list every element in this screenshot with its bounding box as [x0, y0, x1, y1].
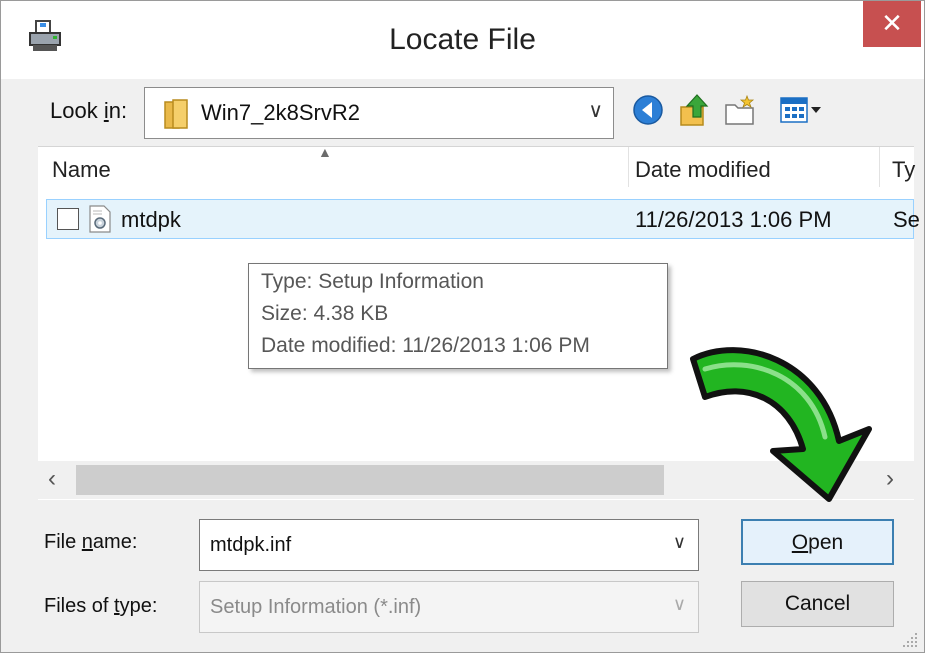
file-name-input[interactable]: mtdpk.inf ∨ — [199, 519, 699, 571]
file-type: Se — [893, 207, 920, 232]
resize-grip-icon[interactable] — [901, 631, 919, 649]
setup-file-icon — [89, 205, 111, 233]
file-type-dropdown[interactable]: Setup Information (*.inf) ∨ — [199, 581, 699, 633]
tooltip-size: Size: 4.38 KB — [261, 302, 389, 325]
cancel-button[interactable]: Cancel — [741, 581, 894, 627]
tooltip-date: Date modified: 11/26/2013 1:06 PM — [261, 334, 590, 357]
close-button[interactable]: ✕ — [863, 1, 921, 47]
look-in-dropdown[interactable]: Win7_2k8SrvR2 ∨ — [144, 87, 614, 139]
file-row-mtdpk[interactable]: mtdpk 11/26/2013 1:06 PM Se — [46, 199, 920, 239]
chevron-down-icon[interactable]: ∨ — [673, 594, 686, 615]
file-type-label: Files of type: — [44, 595, 158, 617]
new-folder-icon[interactable] — [723, 93, 757, 127]
window-title: Locate File — [389, 23, 536, 56]
chevron-down-icon[interactable]: ∨ — [673, 532, 686, 553]
view-menu-icon[interactable] — [779, 93, 823, 127]
tooltip-type: Type: Setup Information — [261, 270, 484, 293]
column-header-date-modified[interactable]: Date modified — [635, 157, 771, 183]
up-folder-icon[interactable] — [677, 93, 711, 127]
file-date: 11/26/2013 1:06 PM — [635, 207, 832, 232]
open-button[interactable]: Open — [741, 519, 894, 565]
back-icon[interactable] — [631, 93, 665, 127]
column-divider[interactable] — [879, 147, 880, 187]
sort-ascending-icon: ▲ — [318, 144, 332, 160]
file-tooltip: Type: Setup Information Size: 4.38 KB Da… — [248, 263, 668, 369]
folder-icon — [164, 99, 188, 129]
file-name-label: File name: — [44, 531, 138, 553]
scrollbar-thumb[interactable] — [76, 465, 664, 495]
locate-file-dialog: Locate File ✕ Look in: Win7_2k8SrvR2 ∨ N… — [0, 0, 925, 653]
row-checkbox[interactable] — [57, 208, 79, 230]
scroll-right-icon[interactable]: › — [886, 465, 894, 493]
file-name: mtdpk — [121, 207, 181, 232]
chevron-down-icon[interactable]: ∨ — [588, 98, 603, 123]
look-in-value: Win7_2k8SrvR2 — [201, 100, 360, 125]
file-type-value: Setup Information (*.inf) — [210, 596, 422, 618]
column-header-type[interactable]: Ty — [892, 157, 915, 183]
scroll-left-icon[interactable]: ‹ — [48, 465, 56, 493]
column-divider[interactable] — [628, 147, 629, 187]
column-header-name[interactable]: Name — [52, 157, 111, 183]
green-arrow-icon — [690, 347, 872, 502]
file-name-value: mtdpk.inf — [210, 534, 292, 556]
look-in-label: Look in: — [50, 98, 128, 123]
title-bar: Locate File ✕ — [1, 1, 924, 79]
